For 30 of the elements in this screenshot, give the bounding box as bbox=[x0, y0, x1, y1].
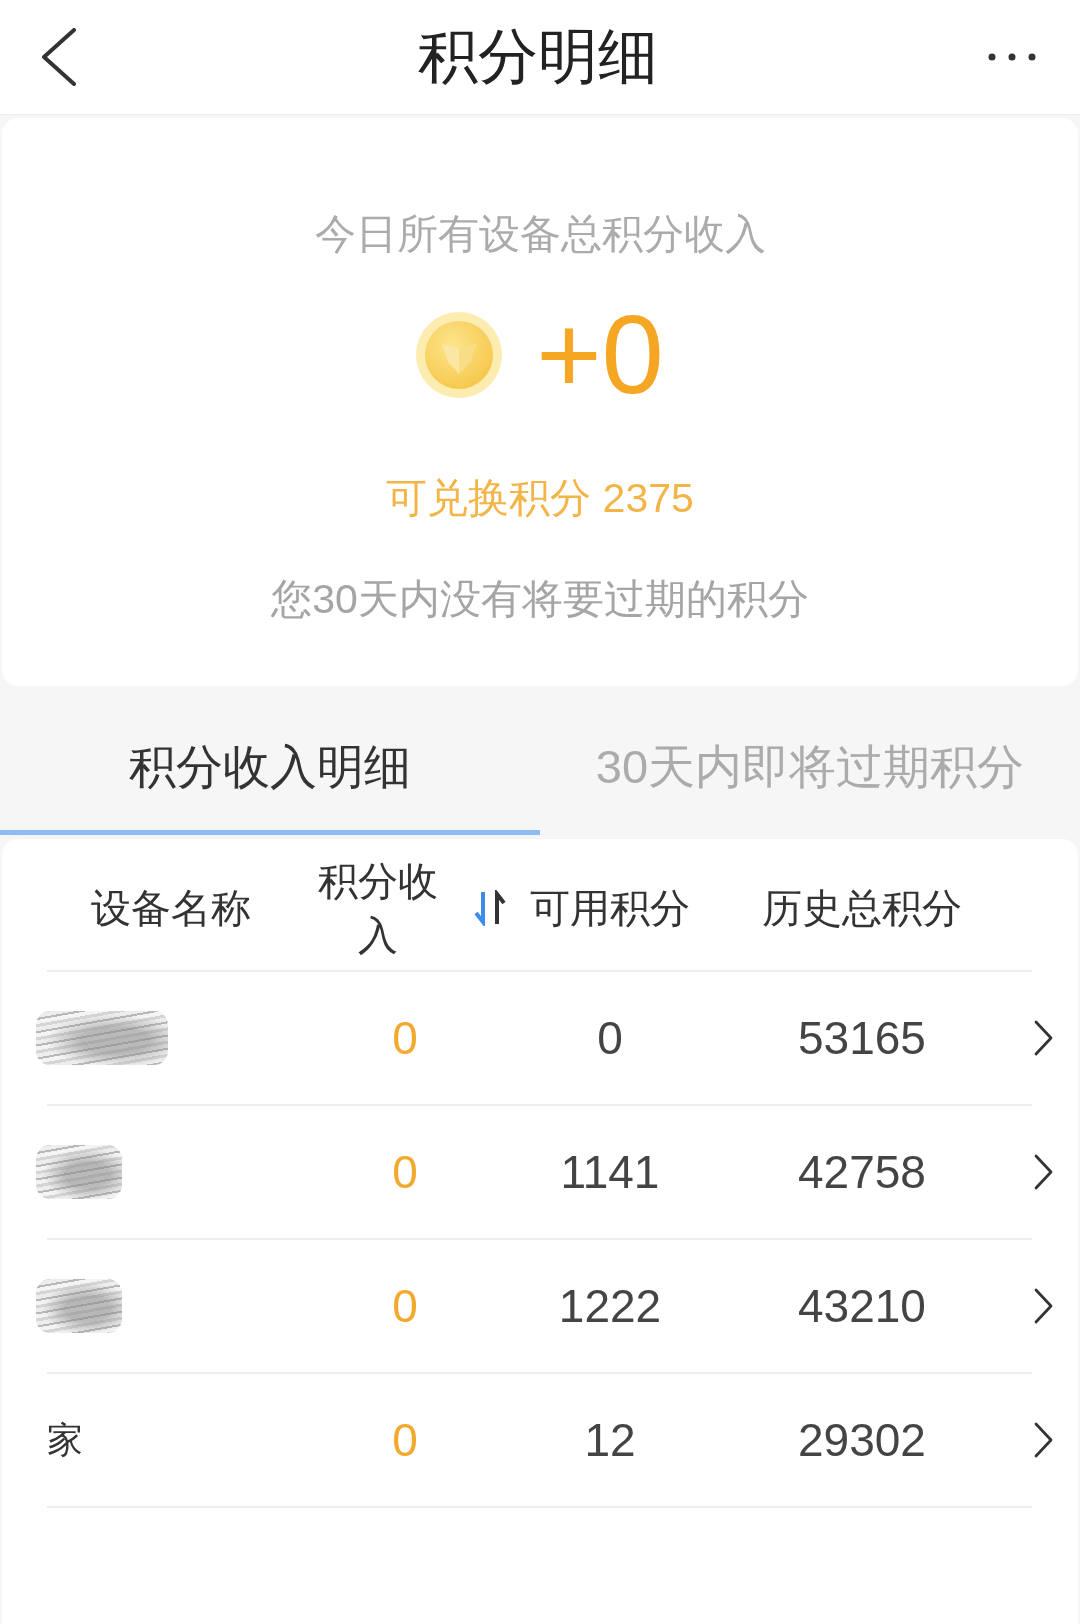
more-icon[interactable] bbox=[988, 53, 1036, 61]
chevron-right-icon[interactable] bbox=[1034, 1154, 1053, 1190]
column-header: 设备名称 bbox=[90, 884, 251, 932]
table-cell: 0 bbox=[392, 1413, 418, 1467]
table-cell: 43210 bbox=[798, 1279, 926, 1333]
table-cell: 53165 bbox=[798, 1011, 926, 1065]
exchangeable-points: 可兑换积分 2375 bbox=[386, 474, 694, 523]
chevron-right-icon[interactable] bbox=[1034, 1288, 1053, 1324]
back-icon[interactable] bbox=[40, 28, 78, 86]
chevron-right-icon[interactable] bbox=[1034, 1020, 1053, 1056]
expiry-note: 您30天内没有将要过期的积分 bbox=[271, 575, 809, 624]
table-cell: 29302 bbox=[798, 1413, 926, 1467]
table-cell: 0 bbox=[392, 1145, 418, 1199]
table-cell: 12 bbox=[584, 1413, 636, 1467]
coin-icon bbox=[416, 311, 503, 398]
table-cell: 0 bbox=[392, 1011, 418, 1065]
page-title: 积分明细 bbox=[418, 22, 658, 92]
device-name: 家 bbox=[46, 1417, 83, 1462]
column-header: 可用积分 bbox=[530, 884, 690, 932]
column-header[interactable]: 积分收入 bbox=[316, 853, 440, 962]
table-cell: 1222 bbox=[558, 1279, 662, 1333]
chevron-right-icon[interactable] bbox=[1034, 1422, 1053, 1458]
table-cell: 42758 bbox=[798, 1145, 926, 1199]
summary-caption: 今日所有设备总积分收入 bbox=[314, 210, 766, 259]
column-header: 历史总积分 bbox=[762, 884, 962, 932]
table-cell: 0 bbox=[392, 1279, 418, 1333]
table-cell: 1141 bbox=[560, 1145, 660, 1199]
sort-icon[interactable] bbox=[474, 889, 506, 926]
today-income: +0 bbox=[536, 293, 664, 416]
table-cell: 0 bbox=[597, 1011, 623, 1065]
